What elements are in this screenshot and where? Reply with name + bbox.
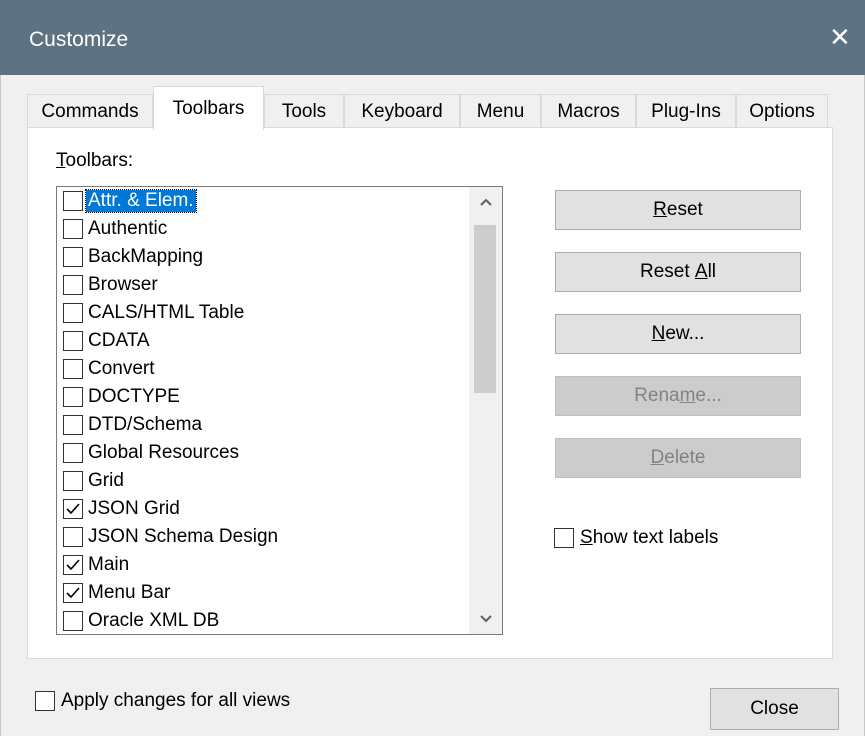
list-item[interactable]: Convert [57, 355, 469, 383]
toolbar-name: Grid [88, 470, 124, 491]
apply-all-views-checkbox[interactable]: Apply changes for all views [35, 690, 290, 712]
list-item[interactable]: Global Resources [57, 439, 469, 467]
toolbar-name: Attr. & Elem. [85, 189, 197, 213]
toolbar-checkbox[interactable] [63, 555, 83, 575]
close-window-icon[interactable]: ✕ [829, 24, 851, 50]
reset-button[interactable]: Reset [555, 190, 801, 230]
toolbar-name: Browser [88, 274, 158, 295]
tab-macros[interactable]: Macros [541, 94, 636, 128]
toolbar-name: Oracle XML DB [88, 610, 220, 631]
checkbox-box[interactable] [35, 691, 55, 711]
list-item[interactable]: Attr. & Elem. [57, 187, 469, 215]
list-item[interactable]: DTD/Schema [57, 411, 469, 439]
tab-toolbars[interactable]: Toolbars [153, 86, 264, 130]
toolbar-checkbox[interactable] [63, 191, 83, 211]
toolbar-name: CALS/HTML Table [88, 302, 245, 323]
toolbar-checkbox[interactable] [63, 247, 83, 267]
checkmark-icon [66, 587, 80, 599]
apply-all-views-label: Apply changes for all views [61, 690, 291, 711]
checkmark-icon [66, 503, 80, 515]
toolbar-name: JSON Schema Design [88, 526, 279, 547]
rename-button[interactable]: Rena m e... [555, 376, 801, 416]
list-item[interactable]: Grid [57, 467, 469, 495]
list-item[interactable]: Menu Bar [57, 579, 469, 607]
toolbar-name: CDATA [88, 330, 150, 351]
reset-all-button[interactable]: Reset All [555, 252, 801, 292]
list-item[interactable]: CDATA [57, 327, 469, 355]
show-text-labels-checkbox[interactable]: Show text labels [554, 527, 718, 549]
tab-tools[interactable]: Tools [264, 94, 344, 128]
listbox-scrollbar[interactable] [469, 187, 502, 634]
toolbar-name: Menu Bar [88, 582, 171, 603]
new-button[interactable]: New... [555, 314, 801, 354]
toolbar-name: BackMapping [88, 246, 204, 267]
list-item[interactable]: Oracle XML DB [57, 607, 469, 634]
tab-keyboard[interactable]: Keyboard [344, 94, 460, 128]
scroll-down-button[interactable] [469, 604, 502, 634]
list-item[interactable]: BackMapping [57, 243, 469, 271]
toolbar-checkbox[interactable] [63, 359, 83, 379]
toolbar-name: Global Resources [88, 442, 240, 463]
toolbar-name: DTD/Schema [88, 414, 203, 435]
list-item[interactable]: Authentic [57, 215, 469, 243]
chevron-down-icon [479, 615, 492, 623]
toolbar-checkbox[interactable] [63, 387, 83, 407]
scroll-thumb[interactable] [474, 225, 496, 393]
toolbar-checkbox[interactable] [63, 527, 83, 547]
title-bar: Customize ✕ [0, 0, 865, 75]
checkmark-icon [66, 559, 80, 571]
toolbar-checkbox[interactable] [63, 219, 83, 239]
list-item[interactable]: JSON Schema Design [57, 523, 469, 551]
toolbar-name: Main [88, 554, 130, 575]
list-item[interactable]: CALS/HTML Table [57, 299, 469, 327]
toolbar-checkbox[interactable] [63, 331, 83, 351]
toolbar-checkbox[interactable] [63, 471, 83, 491]
list-item[interactable]: DOCTYPE [57, 383, 469, 411]
delete-button[interactable]: Delete [555, 438, 801, 478]
toolbar-name: JSON Grid [88, 498, 180, 519]
toolbar-checkbox[interactable] [63, 303, 83, 323]
tab-commands[interactable]: Commands [27, 94, 153, 128]
tab-menu[interactable]: Menu [460, 94, 541, 128]
toolbar-checkbox[interactable] [63, 443, 83, 463]
checkbox-box[interactable] [554, 528, 574, 548]
toolbar-checkbox[interactable] [63, 275, 83, 295]
list-item[interactable]: Main [57, 551, 469, 579]
close-button[interactable]: Close [710, 688, 839, 730]
window-title: Customize [29, 28, 129, 51]
toolbar-checkbox[interactable] [63, 415, 83, 435]
toolbar-checkbox[interactable] [63, 583, 83, 603]
toolbar-name: DOCTYPE [88, 386, 180, 407]
toolbars-list: Attr. & Elem. Authentic BackMapping Browser… [57, 187, 469, 634]
tab-plug-ins[interactable]: Plug-Ins [636, 94, 736, 128]
list-item[interactable]: JSON Grid [57, 495, 469, 523]
toolbar-checkbox[interactable] [63, 499, 83, 519]
toolbars-list-label: Toolbars: [56, 150, 134, 171]
toolbar-name: Authentic [88, 218, 168, 239]
toolbar-checkbox[interactable] [63, 611, 83, 631]
scroll-up-button[interactable] [469, 187, 502, 217]
toolbar-name: Convert [88, 358, 155, 379]
chevron-up-icon [479, 198, 492, 206]
toolbars-listbox[interactable]: Attr. & Elem. Authentic BackMapping Browser… [56, 186, 503, 635]
tab-options[interactable]: Options [736, 94, 828, 128]
list-item[interactable]: Browser [57, 271, 469, 299]
